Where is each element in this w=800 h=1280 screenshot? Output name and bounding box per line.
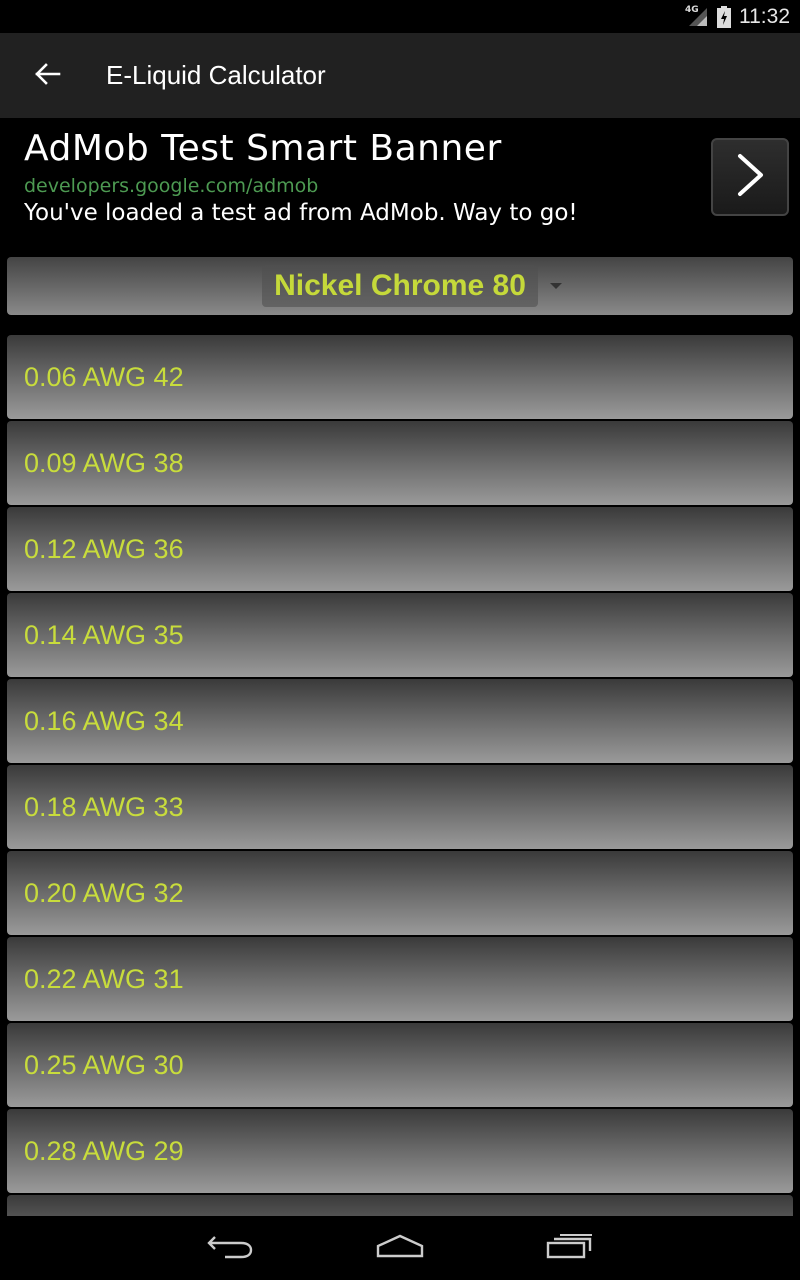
nav-recents-button[interactable] — [530, 1216, 610, 1280]
list-item-label: 0.12 AWG 36 — [24, 533, 184, 564]
clock: 11:32 — [739, 4, 790, 28]
network-type-label: 4G — [685, 4, 699, 15]
battery-icon — [717, 5, 731, 28]
list-item[interactable]: 0.25 AWG 30 — [7, 1023, 793, 1107]
list-item[interactable]: 0.14 AWG 35 — [7, 593, 793, 677]
app-title: E-Liquid Calculator — [106, 60, 326, 90]
signal-icon: 4G — [685, 4, 709, 28]
status-bar: 4G 11:32 — [0, 0, 800, 33]
home-icon — [375, 1234, 425, 1262]
list-item[interactable]: 0.09 AWG 38 — [7, 421, 793, 505]
list-item[interactable]: 0.06 AWG 42 — [7, 335, 793, 419]
list-item[interactable]: 0.28 AWG 29 — [7, 1109, 793, 1193]
gauge-list: 0.06 AWG 42 0.09 AWG 38 0.12 AWG 36 0.14… — [7, 335, 793, 1216]
ad-open-button[interactable] — [711, 138, 789, 216]
list-item-label: 0.06 AWG 42 — [24, 361, 184, 392]
wire-type-spinner[interactable]: Nickel Chrome 80 — [7, 257, 793, 315]
spinner-selected-label: Nickel Chrome 80 — [274, 269, 526, 302]
ad-description: You've loaded a test ad from AdMob. Way … — [24, 200, 578, 226]
list-item[interactable]: 0.20 AWG 32 — [7, 851, 793, 935]
list-item[interactable]: 0.16 AWG 34 — [7, 679, 793, 763]
list-item-label: 0.09 AWG 38 — [24, 447, 184, 478]
nav-back-button[interactable] — [190, 1216, 270, 1280]
arrow-left-icon — [35, 62, 61, 89]
ad-banner[interactable]: AdMob Test Smart Banner developers.googl… — [0, 118, 800, 242]
list-item[interactable]: 0.22 AWG 31 — [7, 937, 793, 1021]
list-item-label: 0.25 AWG 30 — [24, 1049, 184, 1080]
list-item[interactable] — [7, 1195, 793, 1216]
action-bar: E-Liquid Calculator — [0, 33, 800, 118]
system-nav-bar — [0, 1216, 800, 1280]
dropdown-caret-icon — [550, 283, 562, 289]
list-item-label: 0.16 AWG 34 — [24, 705, 184, 736]
back-button[interactable] — [0, 33, 96, 118]
list-item-label: 0.28 AWG 29 — [24, 1135, 184, 1166]
list-item[interactable]: 0.18 AWG 33 — [7, 765, 793, 849]
back-icon — [207, 1233, 253, 1263]
ad-title: AdMob Test Smart Banner — [24, 128, 502, 169]
list-item-label: 0.22 AWG 31 — [24, 963, 184, 994]
list-item-label: 0.20 AWG 32 — [24, 877, 184, 908]
chevron-right-icon — [735, 153, 765, 201]
recents-icon — [546, 1233, 594, 1263]
ad-url: developers.google.com/admob — [24, 175, 319, 197]
spinner-selected: Nickel Chrome 80 — [262, 265, 538, 307]
list-item-label: 0.14 AWG 35 — [24, 619, 184, 650]
list-item-label: 0.18 AWG 33 — [24, 791, 184, 822]
list-item[interactable]: 0.12 AWG 36 — [7, 507, 793, 591]
nav-home-button[interactable] — [360, 1216, 440, 1280]
